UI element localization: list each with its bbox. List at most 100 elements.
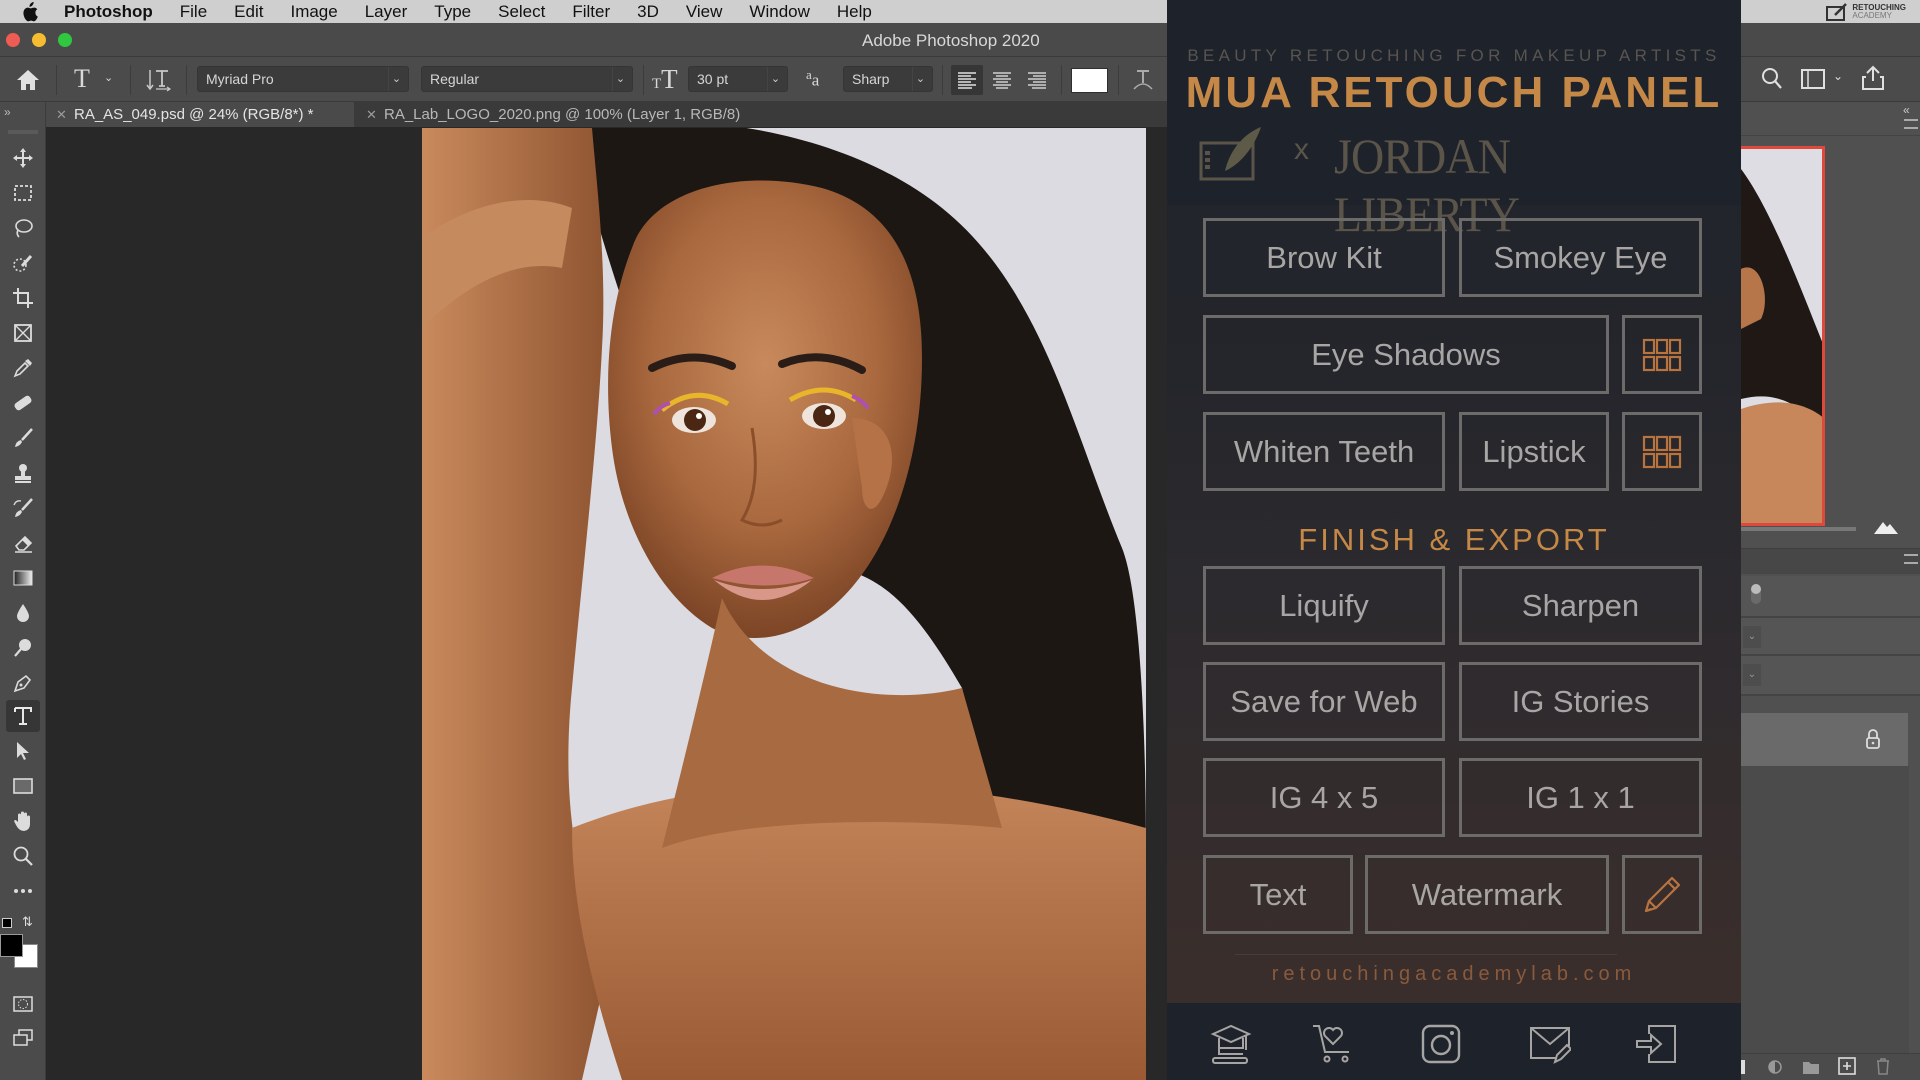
panel-menu-icon[interactable] <box>1904 119 1918 129</box>
minimize-window-button[interactable] <box>32 33 46 47</box>
lipstick-palette-button[interactable] <box>1622 412 1702 491</box>
warp-text-icon[interactable] <box>1130 67 1156 93</box>
apple-icon[interactable] <box>20 1 38 22</box>
tool-marquee[interactable] <box>6 177 40 209</box>
tool-blur[interactable] <box>6 597 40 629</box>
expand-toolbar-icon[interactable]: » <box>0 102 46 127</box>
screen-mode-button[interactable] <box>6 1022 40 1054</box>
tab-ra-lab-logo[interactable]: ✕ RA_Lab_LOGO_2020.png @ 100% (Layer 1, … <box>354 102 774 127</box>
menu-window[interactable]: Window <box>749 2 809 22</box>
toolbar-grip[interactable] <box>8 130 38 134</box>
ig-stories-button[interactable]: IG Stories <box>1459 662 1702 741</box>
search-icon[interactable] <box>1761 67 1783 91</box>
instagram-icon[interactable] <box>1419 1022 1463 1066</box>
layer-row-background[interactable] <box>1741 713 1908 766</box>
tool-eraser[interactable] <box>6 527 40 559</box>
tool-type[interactable] <box>6 700 40 732</box>
menu-layer[interactable]: Layer <box>365 2 408 22</box>
menu-3d[interactable]: 3D <box>637 2 659 22</box>
eye-shadows-palette-button[interactable] <box>1622 315 1702 394</box>
tool-crop[interactable] <box>6 282 40 314</box>
tool-healing-brush[interactable] <box>6 387 40 419</box>
zoom-in-mountain-icon[interactable] <box>1874 520 1898 534</box>
save-for-web-button[interactable]: Save for Web <box>1203 662 1445 741</box>
sign-in-icon[interactable] <box>1635 1022 1679 1066</box>
brow-kit-button[interactable]: Brow Kit <box>1203 218 1445 297</box>
eye-shadows-button[interactable]: Eye Shadows <box>1203 315 1609 394</box>
workspace-icon[interactable] <box>1801 69 1825 89</box>
tool-history-brush[interactable] <box>6 492 40 524</box>
edit-watermark-button[interactable] <box>1622 855 1702 934</box>
graduation-cap-icon[interactable] <box>1209 1022 1253 1066</box>
tool-zoom[interactable] <box>6 840 40 872</box>
tool-clone-stamp[interactable] <box>6 457 40 489</box>
default-colors-icon[interactable] <box>2 918 12 928</box>
watermark-button[interactable]: Watermark <box>1365 855 1609 934</box>
menu-image[interactable]: Image <box>290 2 337 22</box>
panel-menu-icon[interactable] <box>1904 554 1918 564</box>
chevron-down-icon[interactable]: ⌄ <box>1743 626 1761 648</box>
adjustment-layer-icon[interactable] <box>1767 1059 1783 1075</box>
share-icon[interactable] <box>1861 65 1885 91</box>
anti-alias-dropdown[interactable]: Sharp ⌄ <box>843 66 933 92</box>
menu-select[interactable]: Select <box>498 2 545 22</box>
font-style-dropdown[interactable]: Regular ⌄ <box>421 66 633 92</box>
tool-move[interactable] <box>6 142 40 174</box>
text-color-swatch[interactable] <box>1071 68 1108 93</box>
menu-type[interactable]: Type <box>434 2 471 22</box>
document-canvas-photo[interactable] <box>422 128 1146 1080</box>
sharpen-button[interactable]: Sharpen <box>1459 566 1702 645</box>
type-tool-preset-icon[interactable]: T <box>74 64 90 94</box>
tool-path-selection[interactable] <box>6 735 40 767</box>
cart-heart-icon[interactable] <box>1311 1022 1355 1066</box>
lipstick-button[interactable]: Lipstick <box>1459 412 1609 491</box>
chevron-down-icon[interactable]: ⌄ <box>104 71 113 84</box>
align-right-icon[interactable] <box>1021 65 1053 95</box>
menu-view[interactable]: View <box>686 2 723 22</box>
collapse-panels-icon[interactable]: « <box>1903 103 1910 117</box>
ig-1x1-button[interactable]: IG 1 x 1 <box>1459 758 1702 837</box>
delete-layer-icon[interactable] <box>1875 1057 1891 1075</box>
align-left-button[interactable] <box>951 65 983 95</box>
whiten-teeth-button[interactable]: Whiten Teeth <box>1203 412 1445 491</box>
website-link[interactable]: retouchingacademylab.com <box>1167 963 1741 986</box>
menu-help[interactable]: Help <box>837 2 872 22</box>
tool-dodge[interactable] <box>6 632 40 664</box>
mail-edit-icon[interactable] <box>1527 1022 1571 1066</box>
navigator-zoom-slider[interactable] <box>1741 527 1856 531</box>
menu-filter[interactable]: Filter <box>572 2 610 22</box>
tool-brush[interactable] <box>6 422 40 454</box>
close-window-button[interactable] <box>6 33 20 47</box>
tool-hand[interactable] <box>6 805 40 837</box>
tool-frame[interactable] <box>6 317 40 349</box>
swap-colors-icon[interactable]: ⇅ <box>22 914 33 930</box>
maximize-window-button[interactable] <box>58 33 72 47</box>
close-tab-icon[interactable]: ✕ <box>366 102 377 127</box>
toggle-text-orientation-icon[interactable] <box>146 68 172 92</box>
font-family-dropdown[interactable]: Myriad Pro ⌄ <box>197 66 409 92</box>
navigator-thumbnail[interactable] <box>1741 146 1825 526</box>
tool-gradient[interactable] <box>6 562 40 594</box>
liquify-button[interactable]: Liquify <box>1203 566 1445 645</box>
ig-4x5-button[interactable]: IG 4 x 5 <box>1203 758 1445 837</box>
smokey-eye-button[interactable]: Smokey Eye <box>1459 218 1702 297</box>
foreground-color-swatch[interactable] <box>0 934 23 957</box>
close-tab-icon[interactable]: ✕ <box>56 102 67 127</box>
home-icon[interactable] <box>16 69 40 91</box>
text-button[interactable]: Text <box>1203 855 1353 934</box>
tool-rectangle[interactable] <box>6 770 40 802</box>
chevron-down-icon[interactable]: ⌄ <box>1743 664 1761 686</box>
fx-icon[interactable] <box>1741 1060 1745 1074</box>
tool-lasso[interactable] <box>6 212 40 244</box>
menu-edit[interactable]: Edit <box>234 2 263 22</box>
chevron-down-icon[interactable]: ⌄ <box>1833 69 1843 83</box>
quick-mask-button[interactable] <box>6 988 40 1020</box>
tab-ra-as-049[interactable]: ✕ RA_AS_049.psd @ 24% (RGB/8*) * <box>44 102 354 127</box>
menu-photoshop[interactable]: Photoshop <box>64 2 153 22</box>
font-size-dropdown[interactable]: 30 pt ⌄ <box>688 66 788 92</box>
tool-quick-selection[interactable] <box>6 247 40 279</box>
tool-eyedropper[interactable] <box>6 352 40 384</box>
menu-file[interactable]: File <box>180 2 207 22</box>
new-group-folder-icon[interactable] <box>1802 1059 1820 1075</box>
align-center-icon[interactable] <box>986 65 1018 95</box>
